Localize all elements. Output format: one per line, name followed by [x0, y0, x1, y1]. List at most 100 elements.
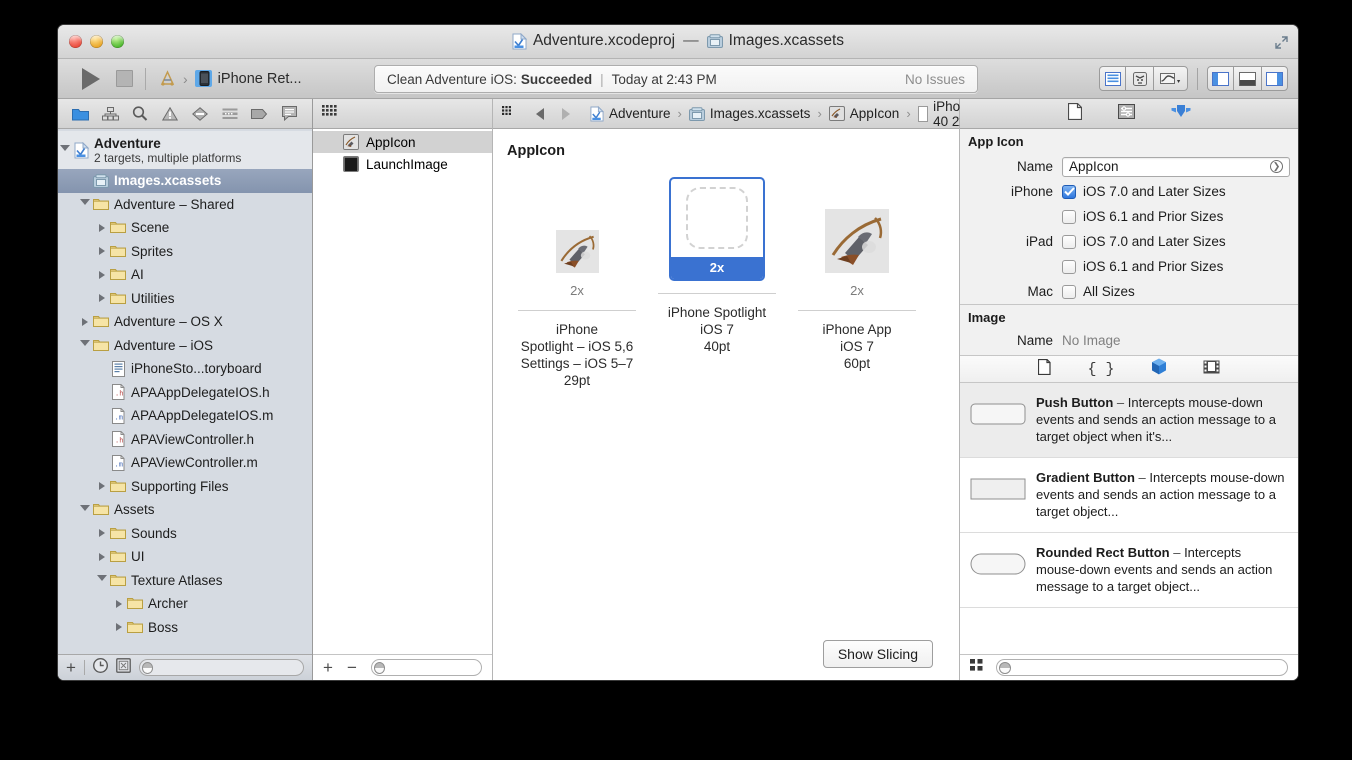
code-snippet-library-tab[interactable]: { }	[1087, 361, 1114, 378]
disclosure-triangle-icon[interactable]	[58, 145, 72, 155]
disclosure-triangle-icon[interactable]	[95, 223, 109, 232]
asset-filter-field[interactable]	[370, 659, 482, 676]
disclosure-triangle-icon[interactable]	[78, 199, 92, 209]
add-file-button[interactable]: +	[66, 659, 76, 676]
checkbox[interactable]	[1062, 184, 1076, 199]
disclosure-triangle-icon[interactable]	[78, 340, 92, 350]
navigator-filter-field[interactable]	[138, 659, 304, 676]
file-inspector-tab[interactable]	[1067, 102, 1082, 125]
navigator-row[interactable]: Images.xcassets	[58, 169, 312, 193]
slot-thumbnail[interactable]	[809, 177, 905, 273]
app-icon-name-field[interactable]: AppIcon ❯	[1062, 156, 1290, 177]
grid-icon[interactable]	[322, 104, 337, 123]
navigator-row[interactable]: Boss	[58, 616, 312, 640]
breadcrumb-item-appicon[interactable]: AppIcon	[828, 106, 899, 121]
library-item[interactable]: Rounded Rect Button – Intercepts mouse-d…	[960, 533, 1298, 608]
disclosure-triangle-icon[interactable]	[95, 552, 109, 561]
navigator-row[interactable]: Sounds	[58, 522, 312, 546]
library-item[interactable]: Gradient Button – Intercepts mouse-down …	[960, 458, 1298, 533]
project-navigator-tab[interactable]	[70, 103, 92, 125]
run-button[interactable]	[82, 67, 100, 90]
checkbox[interactable]	[1062, 234, 1076, 249]
navigator-row[interactable]: .h APAViewController.h	[58, 428, 312, 452]
symbol-navigator-tab[interactable]	[100, 103, 122, 125]
disclosure-triangle-icon[interactable]	[78, 504, 92, 515]
navigator-row[interactable]: .m APAAppDelegateIOS.m	[58, 404, 312, 428]
grid-layout-icon[interactable]	[970, 658, 984, 677]
navigator-row[interactable]: Adventure – iOS	[58, 334, 312, 358]
navigator-row[interactable]: Assets	[58, 498, 312, 522]
selected-image-slot[interactable]: 2x	[669, 177, 765, 281]
object-library-tab[interactable]	[1151, 358, 1167, 380]
identity-inspector-tab[interactable]	[1171, 104, 1191, 124]
library-filter-field[interactable]	[996, 659, 1288, 676]
disclosure-triangle-icon[interactable]	[95, 247, 109, 256]
remove-asset-button[interactable]: −	[347, 659, 357, 676]
breadcrumb-item-catalog[interactable]: Images.xcassets	[688, 106, 810, 121]
filter-scope-icon[interactable]	[141, 661, 154, 674]
add-asset-button[interactable]: +	[323, 659, 333, 676]
version-editor-button[interactable]	[1153, 66, 1188, 91]
disclosure-triangle-icon[interactable]	[95, 529, 109, 538]
navigator-row[interactable]: AI	[58, 263, 312, 287]
checkbox[interactable]	[1062, 284, 1076, 299]
navigator-row[interactable]: iPhoneSto...toryboard	[58, 357, 312, 381]
navigator-row[interactable]: Texture Atlases	[58, 569, 312, 593]
source-control-icon[interactable]	[116, 657, 131, 678]
navigator-row[interactable]: Utilities	[58, 287, 312, 311]
stop-button[interactable]	[116, 70, 133, 87]
log-navigator-tab[interactable]	[278, 103, 300, 125]
disclosure-triangle-icon[interactable]	[95, 270, 109, 279]
standard-editor-button[interactable]	[1099, 66, 1126, 91]
breakpoint-navigator-tab[interactable]	[248, 103, 270, 125]
related-files-icon[interactable]	[502, 106, 516, 121]
debug-navigator-tab[interactable]	[219, 103, 241, 125]
navigator-row[interactable]: Adventure – Shared	[58, 193, 312, 217]
navigator-filter-input[interactable]	[153, 660, 303, 675]
image-slot[interactable]: 2x iPhone App iOS 7 60pt	[787, 177, 927, 389]
checkbox[interactable]	[1062, 209, 1076, 224]
search-navigator-tab[interactable]	[129, 103, 151, 125]
disclosure-triangle-icon[interactable]	[112, 599, 126, 608]
forward-button[interactable]	[562, 107, 570, 120]
disclosure-triangle-icon[interactable]	[78, 317, 92, 326]
reveal-arrow-icon[interactable]: ❯	[1270, 160, 1283, 173]
issue-navigator-tab[interactable]	[159, 103, 181, 125]
asset-set-item[interactable]: LaunchImage	[313, 153, 492, 175]
disclosure-triangle-icon[interactable]	[95, 482, 109, 491]
library-item[interactable]: Push Button – Intercepts mouse-down even…	[960, 383, 1298, 458]
navigator-project-row[interactable]: Adventure 2 targets, multiple platforms	[58, 131, 312, 169]
scheme-selector[interactable]: › iPhone Ret...	[158, 69, 302, 88]
navigator-row[interactable]: Sprites	[58, 240, 312, 264]
library-filter-input[interactable]	[1010, 660, 1287, 675]
back-button[interactable]	[536, 107, 544, 120]
clock-icon[interactable]	[92, 657, 108, 678]
image-slot[interactable]: 2x iPhone Spotlight iOS 7 40pt	[647, 177, 787, 389]
navigator-row[interactable]: Supporting Files	[58, 475, 312, 499]
quick-help-inspector-tab[interactable]	[1117, 103, 1135, 124]
slot-thumbnail[interactable]	[529, 177, 625, 273]
show-slicing-button[interactable]: Show Slicing	[822, 640, 933, 668]
breadcrumb-item-project[interactable]: Adventure	[590, 105, 671, 122]
asset-filter-input[interactable]	[384, 660, 481, 675]
toggle-utilities-button[interactable]	[1261, 66, 1288, 91]
navigator-row[interactable]: .h APAAppDelegateIOS.h	[58, 381, 312, 405]
assistant-editor-button[interactable]	[1126, 66, 1153, 91]
media-library-tab[interactable]	[1203, 360, 1220, 379]
navigator-row[interactable]: .m APAViewController.m	[58, 451, 312, 475]
navigator-row[interactable]: Archer	[58, 592, 312, 616]
disclosure-triangle-icon[interactable]	[95, 575, 109, 585]
disclosure-triangle-icon[interactable]	[112, 623, 126, 632]
filter-scope-icon[interactable]	[373, 661, 385, 674]
empty-drop-well[interactable]	[671, 179, 763, 257]
navigator-row[interactable]: Scene	[58, 216, 312, 240]
filter-scope-icon[interactable]	[999, 661, 1011, 674]
toggle-debug-area-button[interactable]	[1234, 66, 1261, 91]
navigator-row[interactable]: UI	[58, 545, 312, 569]
test-navigator-tab[interactable]	[189, 103, 211, 125]
disclosure-triangle-icon[interactable]	[95, 294, 109, 303]
fullscreen-icon[interactable]	[1275, 36, 1288, 49]
file-template-library-tab[interactable]	[1038, 358, 1052, 380]
checkbox[interactable]	[1062, 259, 1076, 274]
asset-set-item[interactable]: AppIcon	[313, 131, 492, 153]
